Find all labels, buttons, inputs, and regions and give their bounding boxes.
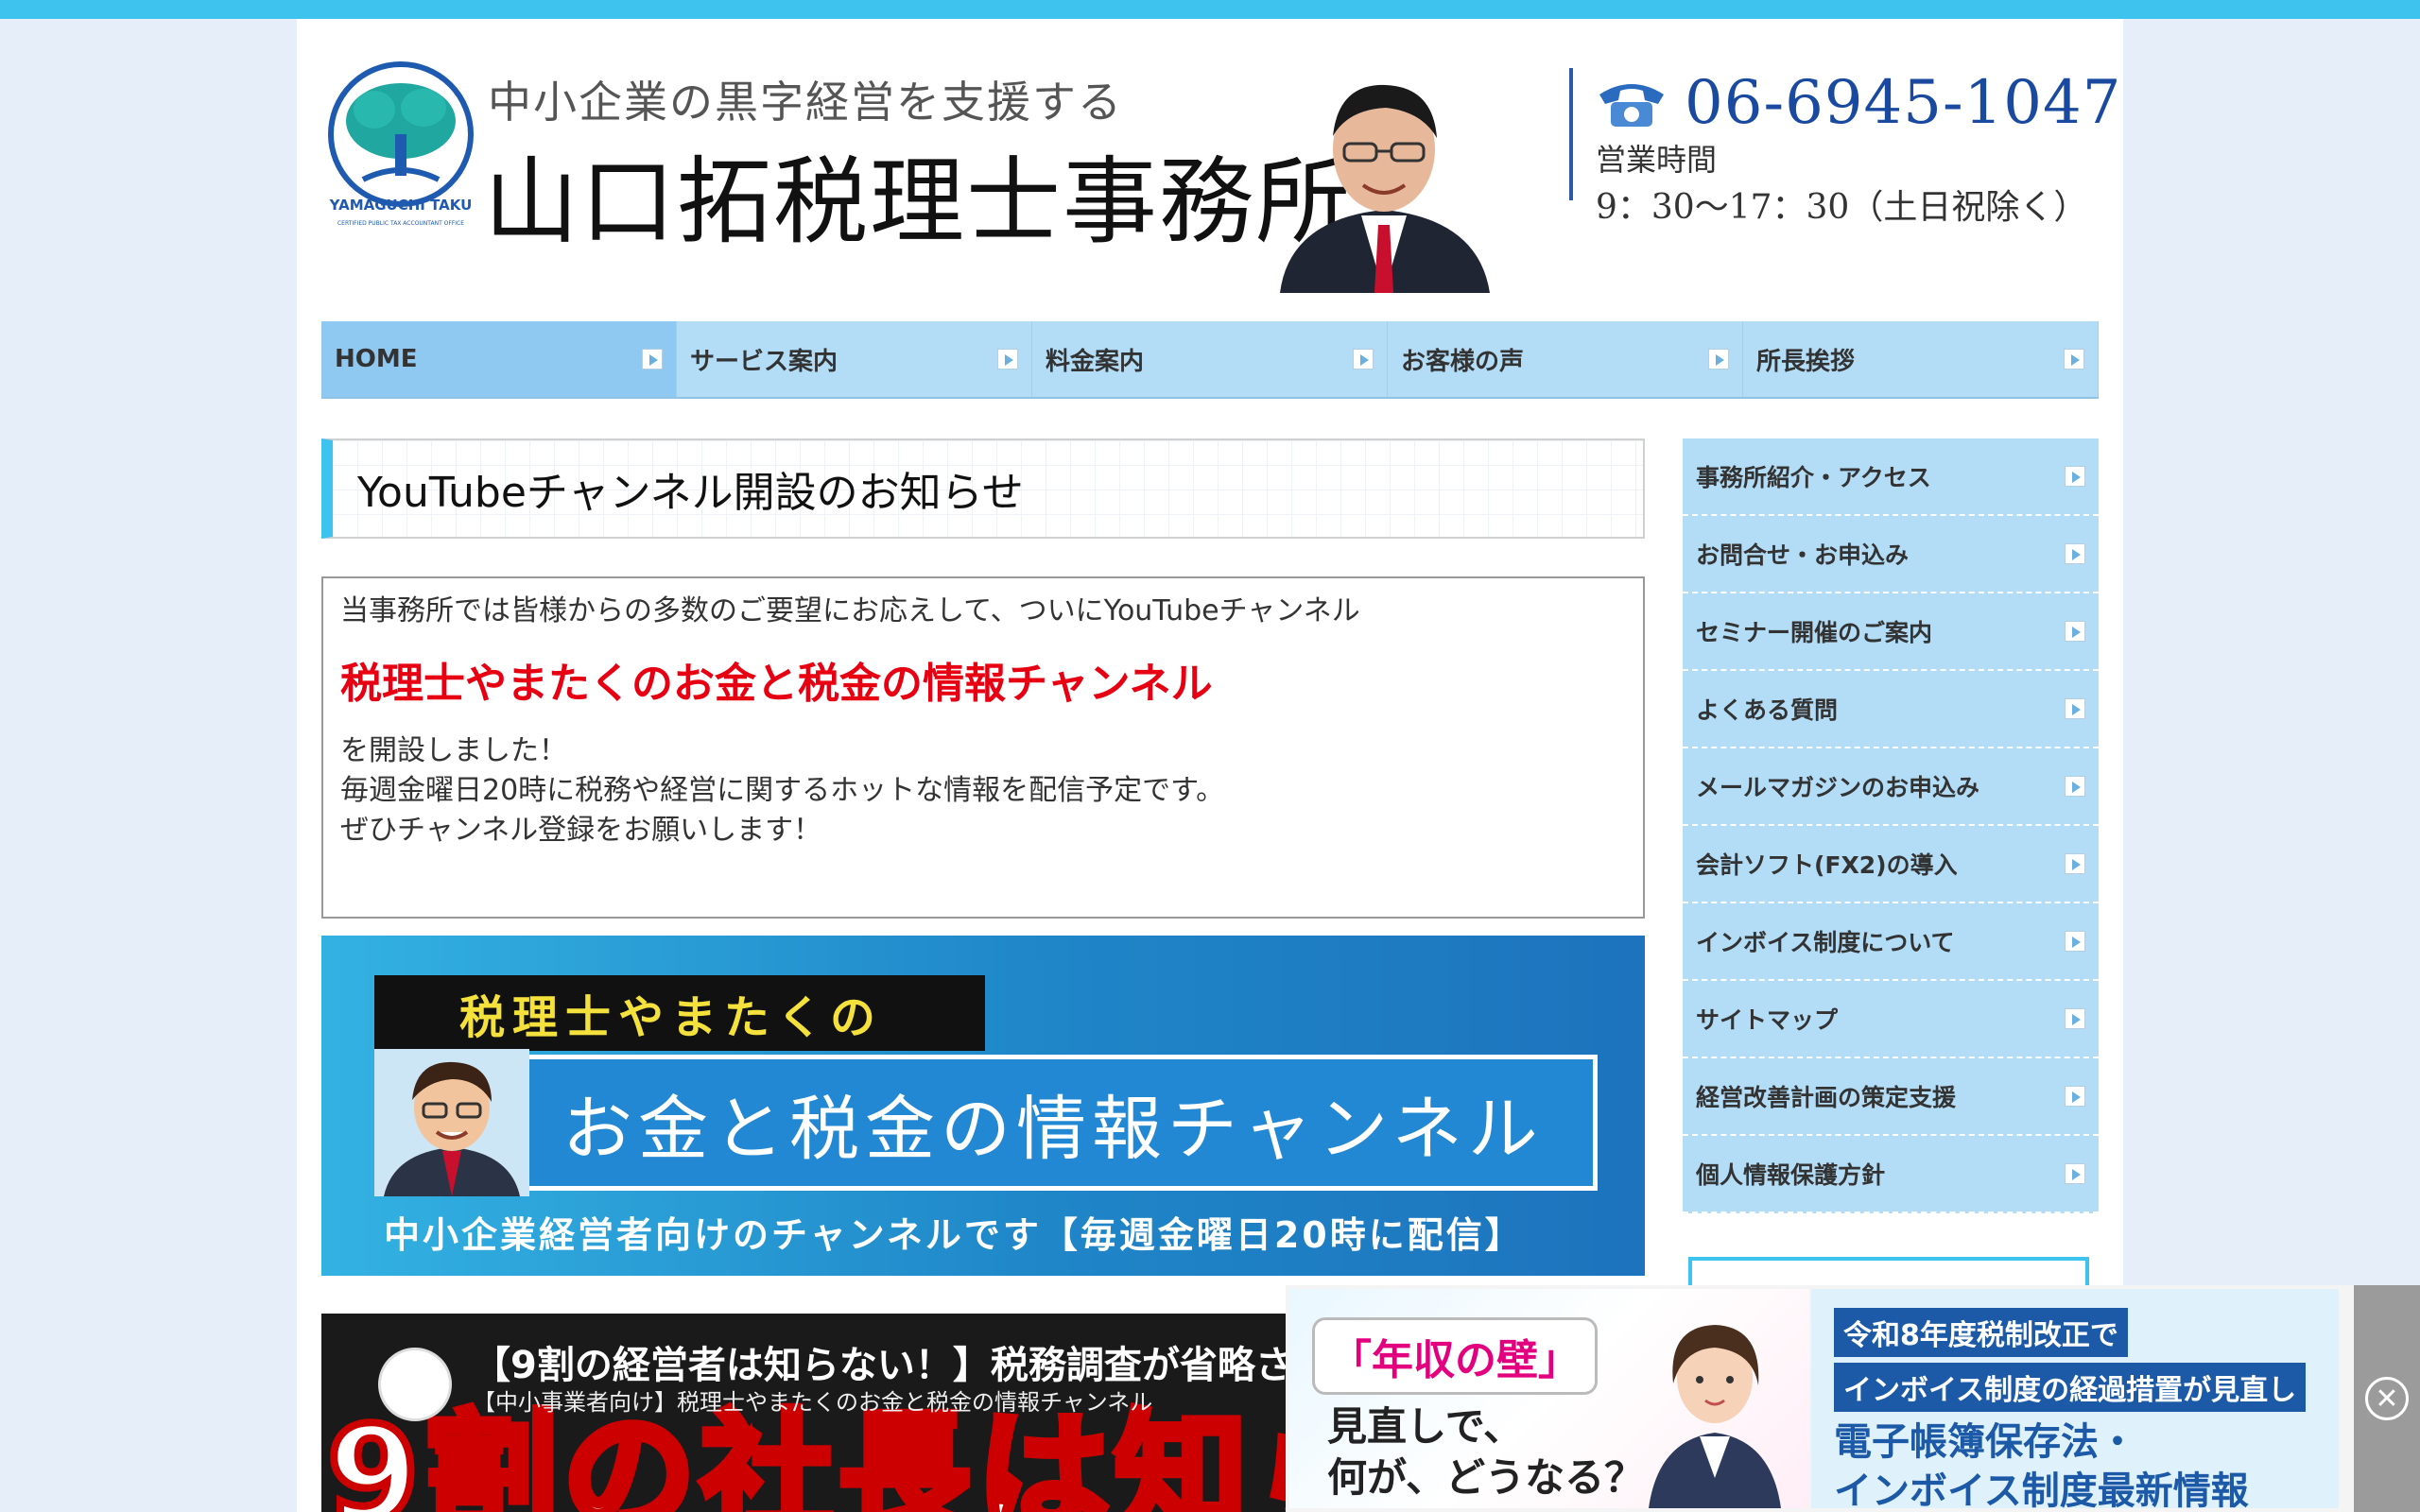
nav-item-services[interactable]: サービス案内: [677, 321, 1032, 397]
sidebar-item-label: お問合せ・お申込み: [1696, 541, 1910, 569]
director-portrait: [1280, 84, 1490, 293]
arrow-right-icon: [2064, 349, 2084, 369]
ad-line-1: 見直しで、: [1327, 1403, 1524, 1450]
arrow-right-icon: [2065, 1163, 2085, 1184]
ad-heading-1: 電子帳簿保存法・: [1834, 1420, 2136, 1464]
sidebar-item-improvement-plan[interactable]: 経営改善計画の策定支援: [1683, 1058, 2099, 1136]
sidebar-item-label: サイトマップ: [1696, 1006, 1839, 1034]
sidebar-menu: 事務所紹介・アクセス お問合せ・お申込み セミナー開催のご案内 よくある質問 メ…: [1683, 438, 2099, 1213]
sidebar-item-label: 経営改善計画の策定支援: [1696, 1084, 1957, 1111]
business-hours: 9：30〜17：30（土日祝除く）: [1596, 188, 2088, 227]
nav-item-pricing[interactable]: 料金案内: [1032, 321, 1388, 397]
arrow-right-icon: [2065, 621, 2085, 642]
nav-item-label: HOME: [335, 345, 418, 373]
ad-panel-right[interactable]: 令和8年度税制改正で インボイス制度の経過措置が見直し 電子帳簿保存法・ インボ…: [1811, 1289, 2339, 1512]
ad-tag-2: インボイス制度の経過措置が見直し: [1834, 1363, 2307, 1412]
nav-item-home[interactable]: HOME: [321, 321, 677, 397]
post-title-box: YouTubeチャンネル開設のお知らせ: [321, 438, 1645, 539]
contact-block: 06-6945-1047 営業時間 9：30〜17：30（土日祝除く）: [1569, 68, 2121, 227]
sidebar-item-seminar[interactable]: セミナー開催のご案内: [1683, 593, 2099, 671]
sidebar-item-fx2[interactable]: 会計ソフト(FX2)の導入: [1683, 826, 2099, 903]
post-body: 当事務所では皆様からの多数のご要望にお応えして、ついにYouTubeチャンネル …: [321, 576, 1645, 919]
banner-subtitle: 中小企業経営者向けのチャンネルです【毎週金曜日20時に配信】: [384, 1214, 1524, 1256]
ad-panel-left[interactable]: 「年収の壁」 見直しで、 何が、どうなる？: [1289, 1289, 1809, 1508]
hours-label: 営業時間: [1596, 142, 1718, 178]
ad-speech-bubble: 「年収の壁」: [1312, 1317, 1598, 1395]
nav-item-label: 所長挨拶: [1756, 347, 1856, 376]
banner-tag: 税理士やまたくの: [374, 975, 985, 1051]
sidebar-item-faq[interactable]: よくある質問: [1683, 671, 2099, 748]
logo-text: YAMAGUCHI TAKU: [329, 197, 473, 214]
channel-avatar[interactable]: [378, 1348, 452, 1421]
youtube-channel-banner[interactable]: 税理士やまたくの お金と税金の情報チャンネル 中小企業経営者向けのチャンネルです…: [321, 936, 1645, 1276]
top-stripe: [0, 0, 2420, 19]
nav-item-label: 料金案内: [1046, 347, 1145, 376]
video-title[interactable]: 【9割の経営者は知らない！】税務調査が省略さ: [473, 1334, 1293, 1389]
arrow-right-icon: [1708, 349, 1729, 369]
sidebar-item-label: よくある質問: [1696, 696, 1839, 724]
sidebar-item-label: 個人情報保護方針: [1696, 1161, 1886, 1189]
global-nav: HOME サービス案内 料金案内 お客様の声 所長挨拶: [321, 321, 2099, 399]
sidebar-item-invoice[interactable]: インボイス制度について: [1683, 903, 2099, 981]
arrow-right-icon: [2065, 931, 2085, 952]
close-icon: ✕: [2365, 1377, 2409, 1420]
ad-line-2: 何が、どうなる？: [1327, 1454, 1645, 1501]
sticky-ad-banner[interactable]: 「年収の壁」 見直しで、 何が、どうなる？ 令和8年度税制改正で インボイス制度…: [1286, 1285, 2420, 1512]
post-line-1: を開設しました！: [340, 734, 567, 767]
office-logo[interactable]: YAMAGUCHI TAKU CERTIFIED PUBLIC TAX ACCO…: [325, 59, 476, 238]
nav-item-label: サービス案内: [690, 347, 838, 376]
logo-subtext: CERTIFIED PUBLIC TAX ACCOUNTANT OFFICE: [337, 220, 464, 227]
arrow-right-icon: [2065, 543, 2085, 564]
nav-item-testimonials[interactable]: お客様の声: [1388, 321, 1743, 397]
sidebar-item-privacy[interactable]: 個人情報保護方針: [1683, 1136, 2099, 1213]
woman-illustration-icon: [1649, 1325, 1781, 1508]
sidebar-item-access[interactable]: 事務所紹介・アクセス: [1683, 438, 2099, 516]
sidebar-item-sitemap[interactable]: サイトマップ: [1683, 981, 2099, 1058]
sidebar-item-contact[interactable]: お問合せ・お申込み: [1683, 516, 2099, 593]
telephone-icon: [1599, 84, 1664, 127]
sidebar-item-label: 会計ソフト(FX2)の導入: [1696, 851, 1958, 879]
sidebar-item-label: 事務所紹介・アクセス: [1696, 464, 1931, 491]
office-name[interactable]: 山口拓税理士事務所: [484, 125, 1352, 262]
ad-close-button[interactable]: ✕: [2354, 1285, 2420, 1512]
video-channel-name[interactable]: 【中小事業者向け】税理士やまたくのお金と税金の情報チャンネル: [473, 1383, 1152, 1417]
post-line-2: 毎週金曜日20時に税務や経営に関するホットな情報を配信予定です。: [340, 774, 1225, 807]
arrow-right-icon: [2065, 1008, 2085, 1029]
sidebar-item-label: セミナー開催のご案内: [1696, 619, 1933, 646]
arrow-right-icon: [997, 349, 1018, 369]
nav-item-label: お客様の声: [1401, 347, 1525, 376]
banner-title: お金と税金の情報チャンネル: [510, 1055, 1598, 1191]
post-line-3: ぜひチャンネル登録をお願いします！: [340, 814, 822, 847]
arrow-right-icon: [2065, 698, 2085, 719]
channel-name-heading: 税理士やまたくのお金と税金の情報チャンネル: [340, 660, 1213, 708]
sidebar-item-label: メールマガジンのお申込み: [1696, 774, 1980, 801]
arrow-right-icon: [1353, 349, 1374, 369]
post-title: YouTubeチャンネル開設のお知らせ: [357, 469, 1024, 517]
arrow-right-icon: [2065, 853, 2085, 874]
cartoon-avatar-icon: [374, 1049, 529, 1196]
arrow-right-icon: [642, 349, 663, 369]
ad-heading-2: インボイス制度最新情報: [1834, 1469, 2249, 1512]
ad-tag-1: 令和8年度税制改正で: [1834, 1308, 2128, 1357]
arrow-right-icon: [2065, 466, 2085, 487]
phone-number[interactable]: 06-6945-1047: [1685, 68, 2121, 138]
post-intro: 当事務所では皆様からの多数のご要望にお応えして、ついにYouTubeチャンネル: [340, 594, 1360, 627]
nav-item-greeting[interactable]: 所長挨拶: [1743, 321, 2099, 397]
sidebar-item-label: インボイス制度について: [1696, 929, 1955, 956]
tagline: 中小企業の黒字経営を支援する: [488, 77, 1123, 128]
sidebar-item-newsletter[interactable]: メールマガジンのお申込み: [1683, 748, 2099, 826]
arrow-right-icon: [2065, 1086, 2085, 1107]
arrow-right-icon: [2065, 776, 2085, 797]
